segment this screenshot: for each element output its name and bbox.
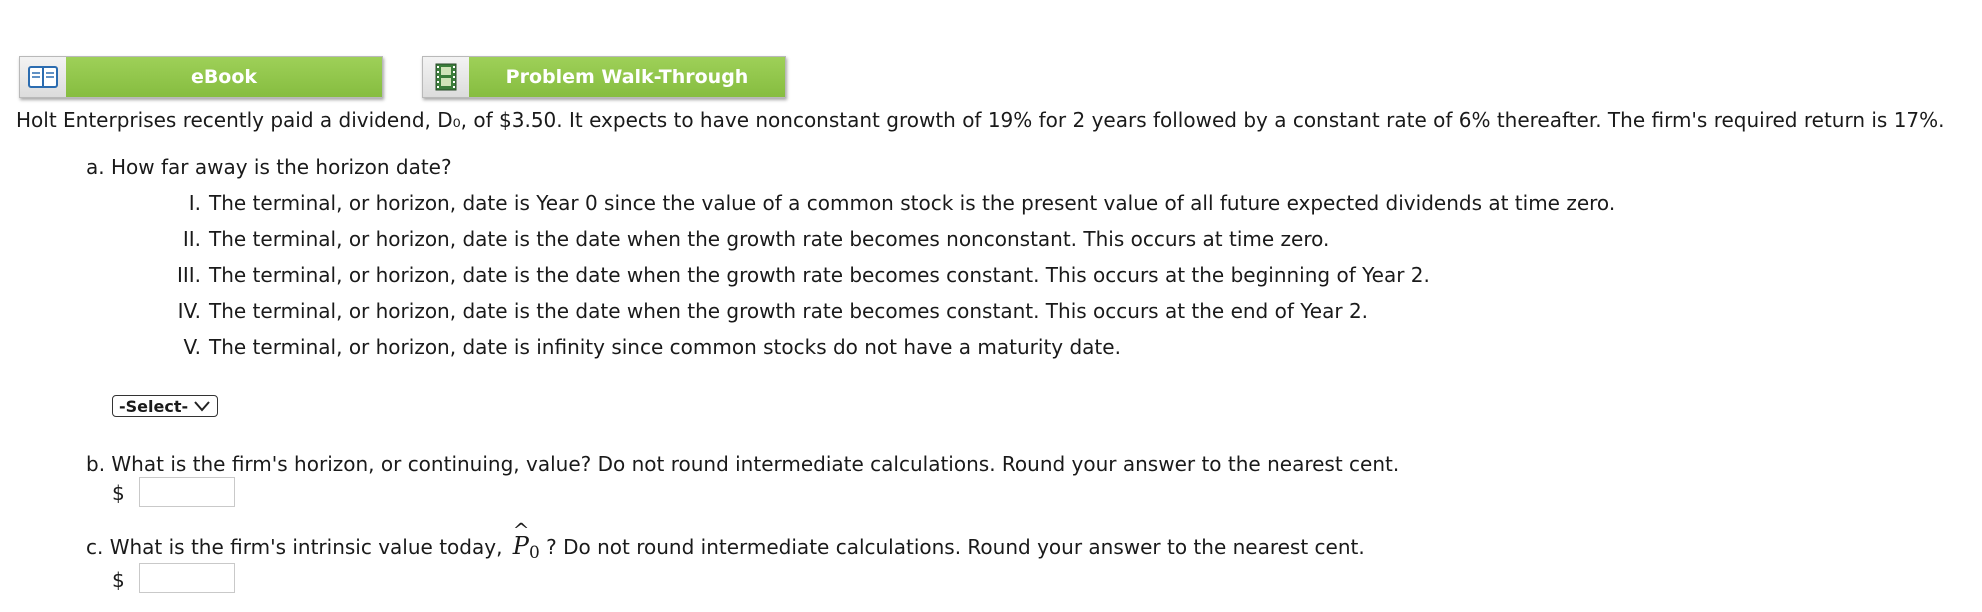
intrinsic-value-input[interactable] <box>139 563 235 593</box>
option-ii: II. The terminal, or horizon, date is th… <box>183 227 1330 251</box>
option-v-text: The terminal, or horizon, date is infini… <box>209 335 1121 359</box>
option-iii: III. The terminal, or horizon, date is t… <box>177 263 1430 287</box>
chevron-down-icon <box>193 398 211 417</box>
option-iv-number: IV. <box>177 299 201 323</box>
question-c-text-before: c. What is the firm's intrinsic value to… <box>86 535 503 559</box>
option-v: V. The terminal, or horizon, date is inf… <box>184 335 1121 359</box>
horizon-value-input[interactable] <box>139 477 235 507</box>
p0-subscript: 0 <box>528 543 540 563</box>
option-iv: IV. The terminal, or horizon, date is th… <box>178 299 1369 323</box>
question-b-text: b. What is the firm's horizon, or contin… <box>86 452 1400 476</box>
question-b-currency: $ <box>112 481 125 505</box>
question-c-text: c. What is the firm's intrinsic value to… <box>86 518 1365 563</box>
option-i-number: I. <box>188 191 201 215</box>
horizon-date-select[interactable]: -Select- <box>112 395 218 417</box>
option-iii-number: III. <box>176 263 201 287</box>
ebook-button[interactable]: eBook <box>19 56 383 98</box>
select-value: -Select- <box>119 396 189 416</box>
question-c-currency: $ <box>112 568 125 592</box>
option-v-number: V. <box>183 335 201 359</box>
option-iii-text: The terminal, or horizon, date is the da… <box>209 263 1430 287</box>
question-c-text-after: ? Do not round intermediate calculations… <box>546 535 1365 559</box>
problem-walkthrough-label: Problem Walk-Through <box>469 57 785 97</box>
question-a-text: a. How far away is the horizon date? <box>86 155 452 179</box>
option-ii-number: II. <box>182 227 201 251</box>
option-ii-text: The terminal, or horizon, date is the da… <box>209 227 1330 251</box>
option-iv-text: The terminal, or horizon, date is the da… <box>209 299 1369 323</box>
ebook-button-label: eBook <box>66 57 382 97</box>
p0-symbol: ^ P0 <box>512 518 540 563</box>
option-i-text: The terminal, or horizon, date is Year 0… <box>209 191 1616 215</box>
option-i: I. The terminal, or horizon, date is Yea… <box>189 191 1616 215</box>
book-icon <box>20 57 66 97</box>
problem-walkthrough-button[interactable]: Problem Walk-Through <box>422 56 786 98</box>
film-icon <box>423 57 469 97</box>
problem-statement: Holt Enterprises recently paid a dividen… <box>16 108 1945 132</box>
